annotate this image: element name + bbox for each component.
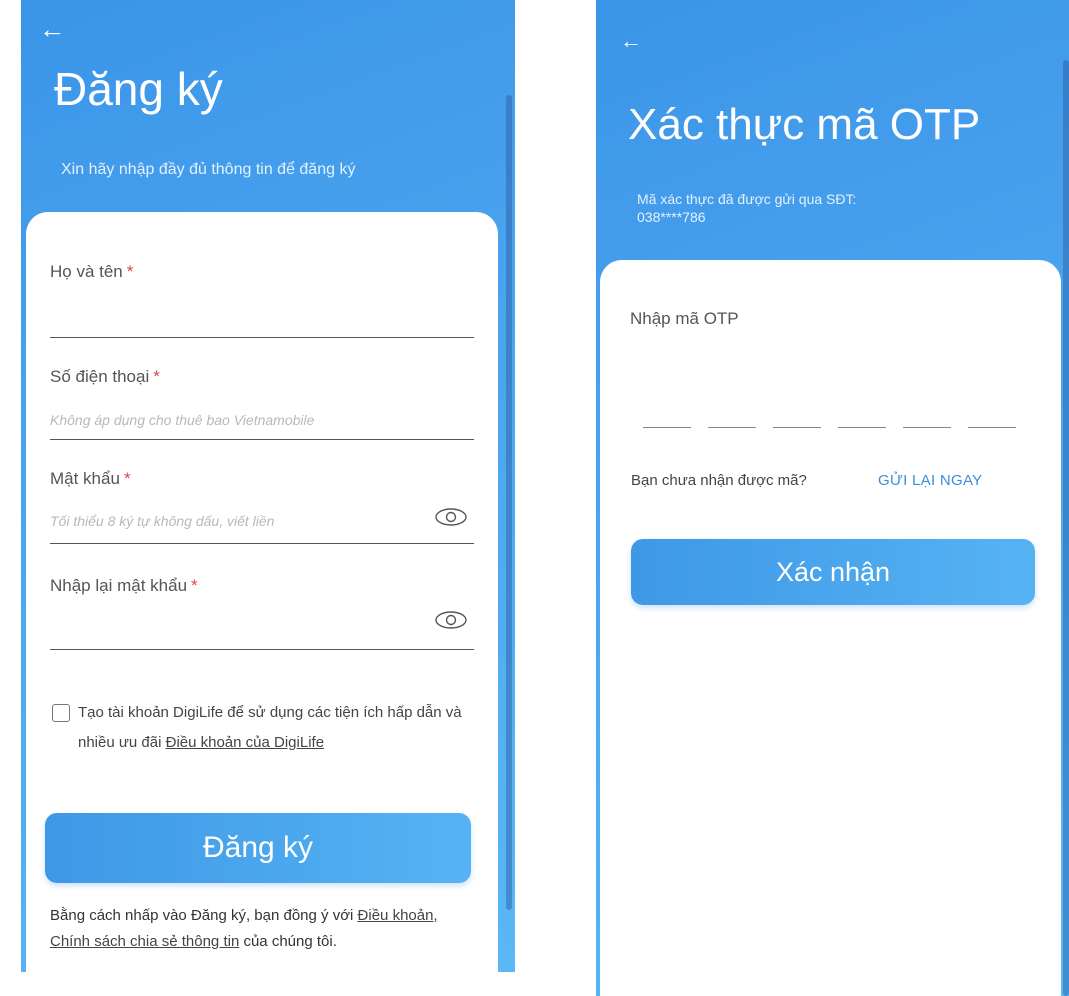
resend-button[interactable]: GỬI LẠI NGAY: [878, 472, 983, 489]
register-screen: ← Đăng ký Xin hãy nhập đầy đủ thông tin …: [21, 0, 515, 972]
password-input[interactable]: [50, 543, 474, 544]
arrow-left-icon[interactable]: ←: [39, 16, 65, 42]
register-button[interactable]: Đăng ký: [45, 813, 471, 883]
page-subtitle: Xin hãy nhập đầy đủ thông tin để đăng ký: [61, 161, 356, 178]
digilife-terms-link[interactable]: Điều khoản của DigiLife: [166, 734, 324, 751]
resend-question: Bạn chưa nhận được mã?: [631, 472, 807, 489]
confirm-button[interactable]: Xác nhận: [631, 539, 1035, 605]
password-label: Mật khẩu *: [50, 469, 131, 488]
otp-digit-3[interactable]: [773, 427, 821, 428]
otp-label: Nhập mã OTP: [630, 309, 739, 328]
register-form-card: Họ và tên * Số điện thoại * Không áp dụng …: [26, 212, 498, 972]
otp-digit-2[interactable]: [708, 427, 756, 428]
password-placeholder[interactable]: Tối thiểu 8 ký tự không dấu, viết liền: [50, 513, 274, 529]
page-subtitle: Mã xác thực đã được gửi qua SĐT: 038****…: [637, 191, 857, 225]
otp-card: Nhập mã OTP: [600, 260, 1061, 996]
otp-digit-6[interactable]: [968, 427, 1016, 428]
eye-icon[interactable]: [434, 506, 468, 528]
confirm-password-label: Nhập lại mật khẩu *: [50, 576, 198, 595]
scrollbar[interactable]: [1063, 60, 1069, 996]
otp-screen: ← Xác thực mã OTP Mã xác thực đã được gử…: [596, 0, 1069, 996]
phone-input[interactable]: [50, 439, 474, 440]
consent-text: Tạo tài khoản DigiLife để sử dụng các ti…: [78, 704, 462, 751]
otp-digit-5[interactable]: [903, 427, 951, 428]
terms-footnote: Bằng cách nhấp vào Đăng ký, bạn đồng ý v…: [50, 907, 438, 950]
consent-checkbox[interactable]: [52, 704, 70, 722]
phone-placeholder[interactable]: Không áp dụng cho thuê bao Vietnamobile: [50, 412, 314, 428]
full-name-label: Họ và tên *: [50, 262, 134, 281]
eye-icon[interactable]: [434, 609, 468, 631]
phone-label: Số điện thoại *: [50, 367, 160, 386]
page-title: Đăng ký: [54, 63, 223, 115]
otp-digit-4[interactable]: [838, 427, 886, 428]
confirm-password-input[interactable]: [50, 649, 474, 650]
arrow-left-icon[interactable]: ←: [620, 30, 642, 52]
scrollbar[interactable]: [506, 95, 512, 910]
page-title: Xác thực mã OTP: [628, 100, 981, 149]
otp-digit-1[interactable]: [643, 427, 691, 428]
full-name-input[interactable]: [50, 337, 474, 338]
